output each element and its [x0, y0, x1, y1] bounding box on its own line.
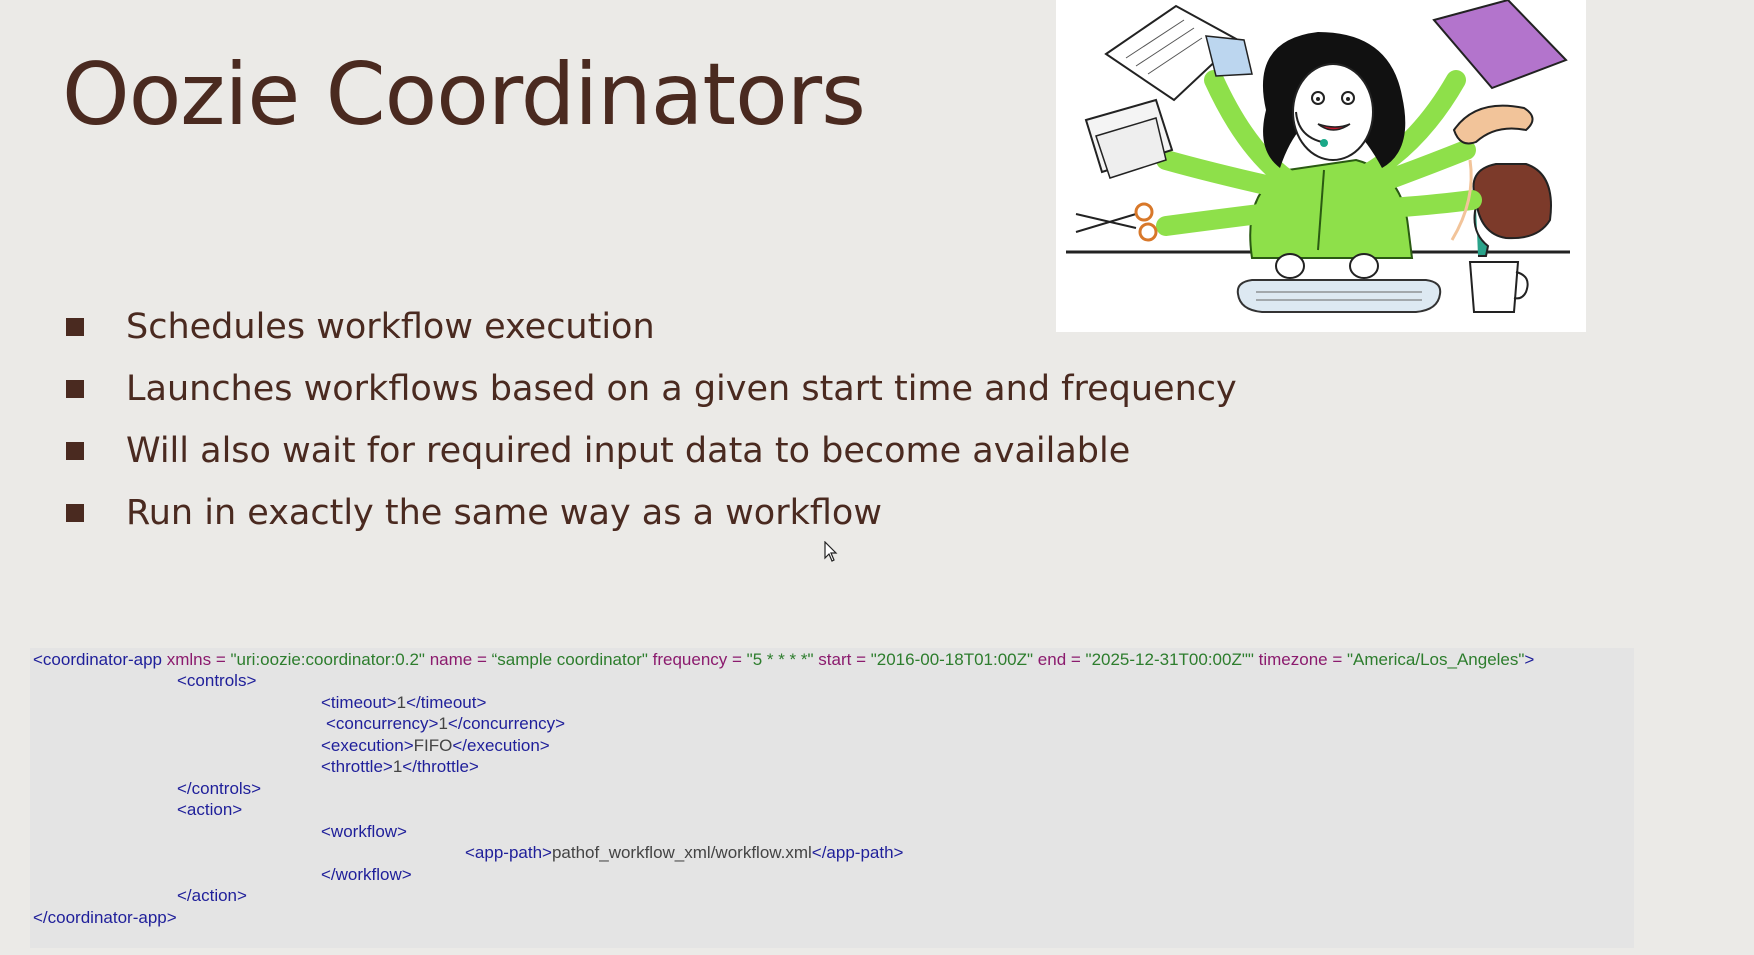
- code-text: 1: [396, 693, 407, 712]
- code-snippet-panel: [30, 648, 1634, 948]
- code-tag: <controls>: [177, 671, 257, 690]
- bullet-item: Run in exactly the same way as a workflo…: [64, 482, 1237, 544]
- code-eq: =: [727, 650, 747, 669]
- code-value: “sample coordinator": [491, 650, 648, 669]
- code-attr: timezone: [1253, 650, 1328, 669]
- code-line-workflow-open: <workflow>: [321, 822, 407, 842]
- code-line-root-close: </coordinator-app>: [33, 908, 177, 928]
- bullet-item: Launches workflows based on a given star…: [64, 358, 1237, 420]
- code-line-concurrency: <concurrency>1</concurrency>: [326, 714, 565, 734]
- code-line-workflow-close: </workflow>: [321, 865, 412, 885]
- code-tag: </action>: [177, 886, 247, 905]
- square-bullet-icon: [66, 442, 84, 460]
- slide-title: Oozie Coordinators: [62, 45, 866, 145]
- bullet-text: Will also wait for required input data t…: [126, 431, 1131, 471]
- code-line-controls-open: <controls>: [177, 671, 256, 691]
- multitasking-woman-illustration: [1056, 0, 1586, 332]
- code-eq: =: [851, 650, 871, 669]
- code-value: "America/Los_Angeles": [1346, 650, 1525, 669]
- mouse-pointer-icon: [824, 540, 838, 567]
- bullet-text: Schedules workflow execution: [126, 307, 655, 347]
- bullet-text: Launches workflows based on a given star…: [126, 369, 1237, 409]
- code-tag: </timeout>: [406, 693, 487, 712]
- code-text: 1: [438, 714, 448, 733]
- code-tag: <action>: [177, 800, 243, 819]
- code-text: 1: [392, 757, 403, 776]
- code-tag: </throttle>: [402, 757, 479, 776]
- bullet-item: Will also wait for required input data t…: [64, 420, 1237, 482]
- code-value: "2016-00-18T01:00Z": [870, 650, 1034, 669]
- code-text: FIFO: [413, 736, 453, 755]
- bullet-text: Run in exactly the same way as a workflo…: [126, 493, 882, 533]
- code-line-execution: <execution>FIFO</execution>: [321, 736, 550, 756]
- code-attr: end: [1033, 650, 1067, 669]
- code-tag: <throttle>: [321, 757, 393, 776]
- code-attr: start: [813, 650, 852, 669]
- code-tag: <coordinator-app: [33, 650, 163, 669]
- bullet-list: Schedules workflow execution Launches wo…: [64, 296, 1237, 544]
- code-attr: xmlns: [162, 650, 212, 669]
- code-line-app-path: <app-path>pathof_workflow_xml/workflow.x…: [465, 843, 903, 863]
- code-line-action-close: </action>: [177, 886, 247, 906]
- code-line-root-open: <coordinator-app xmlns = "uri:oozie:coor…: [33, 650, 1534, 670]
- code-line-action-open: <action>: [177, 800, 242, 820]
- code-eq: =: [211, 650, 231, 669]
- code-tag: </app-path>: [811, 843, 904, 862]
- code-tag: </concurrency>: [447, 714, 566, 733]
- code-value: "5 * * * *": [746, 650, 814, 669]
- code-eq: =: [1066, 650, 1086, 669]
- code-tag: <workflow>: [321, 822, 407, 841]
- bullet-item: Schedules workflow execution: [64, 296, 1237, 358]
- code-tag: <app-path>: [465, 843, 552, 862]
- code-line-controls-close: </controls>: [177, 779, 261, 799]
- code-value: "2025-12-31T00:00Z"": [1085, 650, 1254, 669]
- code-tag: </workflow>: [321, 865, 412, 884]
- code-tag: </execution>: [452, 736, 550, 755]
- code-tag: <concurrency>: [326, 714, 439, 733]
- code-attr: frequency: [647, 650, 728, 669]
- code-attr: name: [424, 650, 473, 669]
- square-bullet-icon: [66, 318, 84, 336]
- square-bullet-icon: [66, 504, 84, 522]
- code-eq: =: [472, 650, 492, 669]
- code-value: "uri:oozie:coordinator:0.2": [230, 650, 425, 669]
- code-text: pathof_workflow_xml/workflow.xml: [551, 843, 812, 862]
- code-line-timeout: <timeout>1</timeout>: [321, 693, 486, 713]
- code-line-throttle: <throttle>1</throttle>: [321, 757, 479, 777]
- code-tag: </coordinator-app>: [33, 908, 177, 927]
- code-tag: </controls>: [177, 779, 262, 798]
- code-eq: =: [1327, 650, 1347, 669]
- code-tag: <execution>: [321, 736, 414, 755]
- code-tag: >: [1524, 650, 1535, 669]
- square-bullet-icon: [66, 380, 84, 398]
- code-tag: <timeout>: [321, 693, 397, 712]
